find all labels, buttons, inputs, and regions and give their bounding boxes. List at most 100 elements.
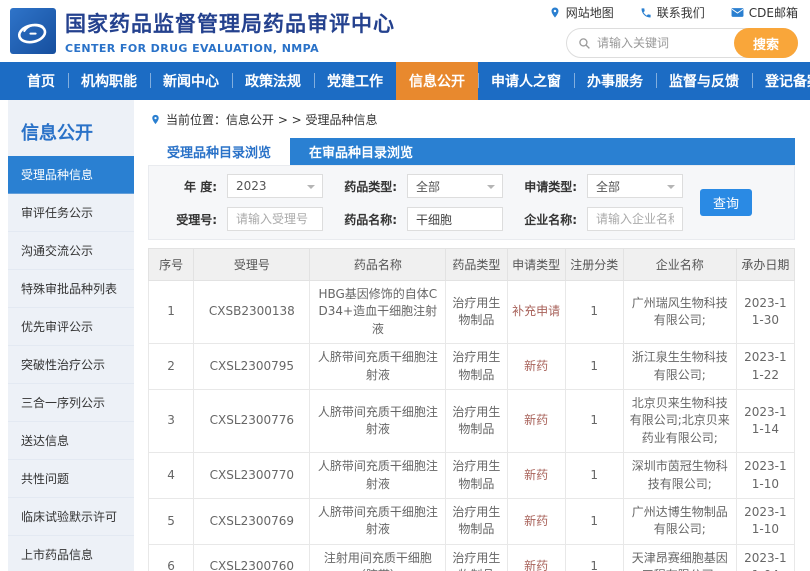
cell-acceptance-no: CXSB2300138 [193,279,311,345]
tab-bar: 受理品种目录浏览 在审品种目录浏览 [148,138,795,165]
search-input[interactable] [597,36,734,50]
table-row: 4 CXSL2300770 人脐带间充质干细胞注射液 治疗用生物制品 新药 1 … [147,452,796,499]
cell-date: 2023-11-10 [735,452,796,499]
column-header: 申请类型 [506,248,566,281]
nav-item[interactable]: 党建工作 [314,62,396,100]
year-select[interactable]: 2023 [227,174,323,198]
nav-item[interactable]: 登记备案平台 [752,62,810,100]
drug-name-input[interactable] [407,207,503,231]
cell-apply-type: 新药 [506,343,566,390]
map-pin-icon [551,7,559,18]
column-header: 受理号 [193,248,311,281]
table-row: 6 CXSL2300760 注射用间充质干细胞（脐带） 治疗用生物制品 新药 1… [147,543,796,571]
cde-logo [10,8,56,54]
tab-accepted-catalog[interactable]: 受理品种目录浏览 [148,138,291,165]
cell-date: 2023-11-04 [735,543,796,571]
breadcrumb: 当前位置：信息公开 > > 受理品种信息 [148,108,795,138]
main-nav: 首页 机构职能 新闻中心 政策法规 党建工作 信息公开 申请人之窗 办事服务 监… [0,62,810,100]
column-header: 药品类型 [445,248,508,281]
tab-under-review-catalog[interactable]: 在审品种目录浏览 [290,138,432,165]
acceptance-no-input[interactable] [227,207,323,231]
cell-drug-name: 注射用间充质干细胞（脐带） [309,543,447,571]
sidebar-item[interactable]: 三合一序列公示 [8,384,134,422]
drug-name-label: 药品名称: [344,212,397,227]
site-title-cn: 国家药品监督管理局药品审评中心 [65,11,395,36]
nav-item[interactable]: 新闻中心 [150,62,232,100]
sidebar-item[interactable]: 沟通交流公示 [8,232,134,270]
cell-acceptance-no: CXSL2300795 [193,343,311,390]
table-row: 5 CXSL2300769 人脐带间充质干细胞注射液 治疗用生物制品 新药 1 … [147,497,796,545]
results-table: 序号 受理号 药品名称 药品类型 申请类型 注册分类 企业名称 承办日期 1 C… [147,248,796,571]
sidebar: 信息公开 受理品种信息 审评任务公示 沟通交流公示 特殊审批品种列表 优先审评公… [8,100,134,571]
nav-item[interactable]: 申请人之窗 [478,62,574,100]
sidebar-item[interactable]: 优先审评公示 [8,308,134,346]
quick-link-sitemap[interactable]: 网站地图 [549,4,614,21]
cell-index: 4 [147,452,195,499]
cell-reg-class: 1 [564,497,624,545]
apply-type-select[interactable]: 全部 [587,174,683,198]
sidebar-item[interactable]: 送达信息 [8,422,134,460]
acceptance-no-label: 受理号: [176,212,217,227]
cell-reg-class: 1 [564,279,624,345]
site-header: 国家药品监督管理局药品审评中心 CENTER FOR DRUG EVALUATI… [0,0,810,62]
cell-company: 广州瑞风生物科技有限公司; [622,279,737,345]
sidebar-item[interactable]: 受理品种信息 [8,156,134,194]
cell-company: 浙江泉生生物科技有限公司; [622,343,737,390]
company-input[interactable] [587,207,683,231]
nav-item[interactable]: 政策法规 [232,62,314,100]
cell-index: 6 [147,543,195,571]
cell-date: 2023-11-10 [735,497,796,545]
drug-type-select[interactable]: 全部 [407,174,503,198]
location-pin-icon [152,114,159,125]
year-select-value: 2023 [236,179,267,193]
cell-reg-class: 1 [564,452,624,499]
cell-acceptance-no: CXSL2300760 [193,543,311,571]
column-header: 企业名称 [622,248,737,281]
sidebar-item[interactable]: 共性问题 [8,460,134,498]
cell-index: 1 [147,279,195,345]
table-row: 3 CXSL2300776 人脐带间充质干细胞注射液 治疗用生物制品 新药 1 … [147,388,796,454]
cell-reg-class: 1 [564,388,624,454]
cell-drug-name: 人脐带间充质干细胞注射液 [309,388,447,454]
column-header: 注册分类 [564,248,624,281]
breadcrumb-text: 当前位置：信息公开 > > 受理品种信息 [166,113,378,127]
year-label: 年 度: [184,179,217,194]
nav-item[interactable]: 办事服务 [574,62,656,100]
sidebar-menu: 受理品种信息 审评任务公示 沟通交流公示 特殊审批品种列表 优先审评公示 突破性… [8,156,134,571]
quick-link-contact[interactable]: 联系我们 [640,4,705,21]
cell-company: 天津昂赛细胞基因工程有限公司; [622,543,737,571]
quick-link-mail[interactable]: CDE邮箱 [731,4,798,21]
main-area: 信息公开 受理品种信息 审评任务公示 沟通交流公示 特殊审批品种列表 优先审评公… [0,100,810,571]
cell-drug-type: 治疗用生物制品 [445,388,508,454]
cell-acceptance-no: CXSL2300776 [193,388,311,454]
cell-apply-type: 新药 [506,543,566,571]
column-header: 承办日期 [735,248,796,281]
sidebar-title: 信息公开 [21,123,93,144]
sidebar-item[interactable]: 特殊审批品种列表 [8,270,134,308]
query-button[interactable]: 查询 [700,189,752,216]
search-button[interactable]: 搜索 [734,28,798,58]
sidebar-item[interactable]: 上市药品信息 [8,536,134,571]
cell-drug-type: 治疗用生物制品 [445,343,508,390]
sidebar-item[interactable]: 审评任务公示 [8,194,134,232]
nav-item[interactable]: 机构职能 [68,62,150,100]
nav-item[interactable]: 监督与反馈 [656,62,752,100]
nav-item[interactable]: 信息公开 [396,62,478,100]
nav-item[interactable]: 首页 [14,62,68,100]
quick-link-label: 联系我们 [656,6,705,20]
cell-drug-type: 治疗用生物制品 [445,543,508,571]
column-header: 药品名称 [309,248,447,281]
apply-type-label: 申请类型: [524,179,577,194]
sidebar-item[interactable]: 突破性治疗公示 [8,346,134,384]
content: 当前位置：信息公开 > > 受理品种信息 受理品种目录浏览 在审品种目录浏览 年… [134,100,810,571]
cell-drug-type: 治疗用生物制品 [445,497,508,545]
sidebar-item[interactable]: 临床试验默示许可 [8,498,134,536]
quick-links: 网站地图 联系我们 CDE邮箱 [549,4,798,21]
cell-company: 北京贝来生物科技有限公司;北京贝来药业有限公司; [622,388,737,454]
cell-date: 2023-11-22 [735,343,796,390]
page: 国家药品监督管理局药品审评中心 CENTER FOR DRUG EVALUATI… [0,0,810,571]
mail-icon [731,8,744,17]
cell-acceptance-no: CXSL2300769 [193,497,311,545]
cell-drug-name: 人脐带间充质干细胞注射液 [309,452,447,499]
search-icon [567,37,597,50]
